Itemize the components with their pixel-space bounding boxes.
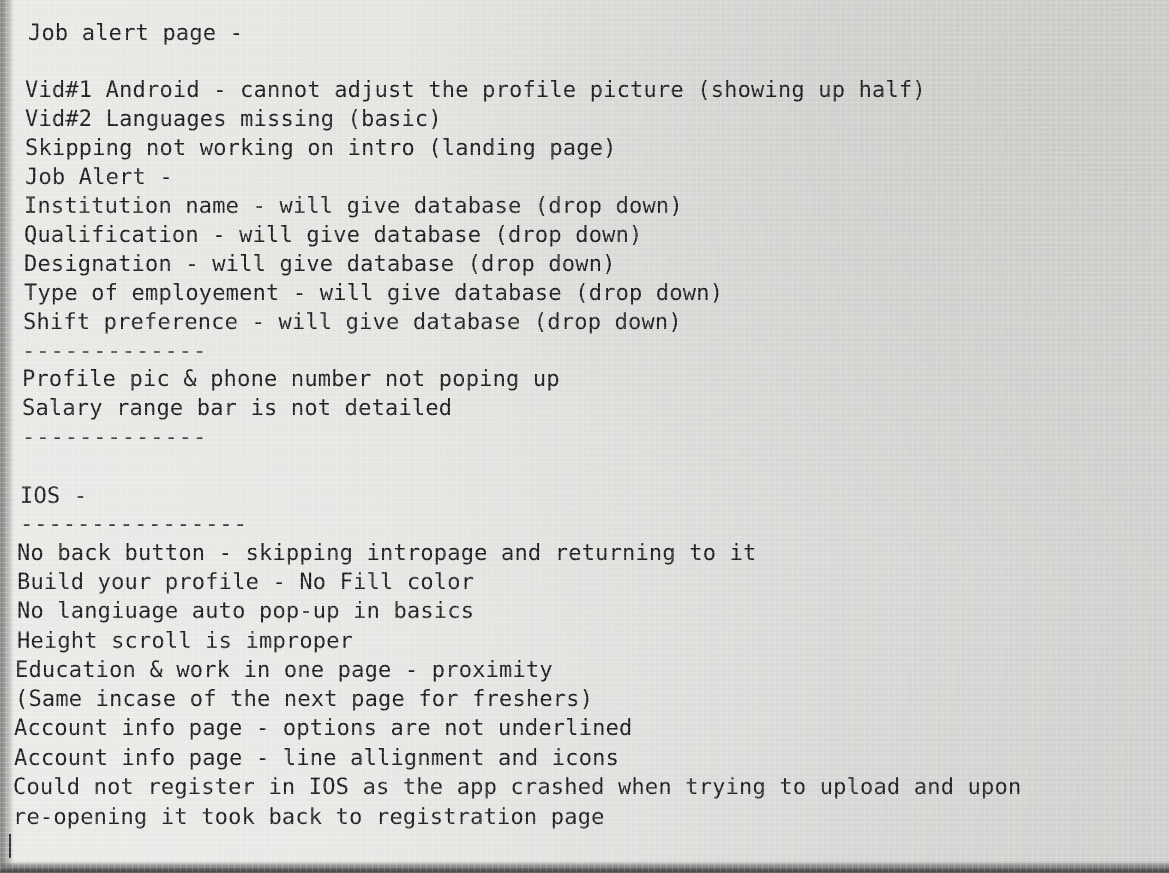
screen-bottom-bezel (0, 861, 1169, 873)
ios-heading: IOS - (20, 484, 88, 509)
job-alert-subheading: Job Alert - (25, 165, 173, 190)
separator-rule: ------------- (22, 339, 208, 364)
android-line: Type of employement - will give database… (24, 281, 724, 306)
ios-line: Could not register in IOS as the app cra… (13, 775, 1022, 800)
android-line: Institution name - will give database (d… (24, 194, 683, 219)
separator-rule: ---------------- (20, 512, 248, 537)
top-rule: ---------------- (30, 0, 258, 12)
android-line: Skipping not working on intro (landing p… (25, 136, 617, 161)
ios-line: re-opening it took back to registration … (13, 805, 605, 830)
ios-line: Build your profile - No Fill color (17, 570, 475, 595)
android-line: Shift preference - will give database (d… (23, 310, 682, 335)
monitor-screen: ---------------- Job alert page - Vid#1 … (0, 0, 1169, 873)
ios-line: Height scroll is improper (17, 629, 354, 654)
ios-line: (Same incase of the next page for freshe… (15, 687, 594, 712)
android-line: Vid#1 Android - cannot adjust the profil… (25, 78, 926, 103)
profile-note-line: Profile pic & phone number not poping up (22, 367, 560, 392)
ios-line: Education & work in one page - proximity (15, 658, 553, 683)
ios-line: Account info page - line allignment and … (14, 746, 620, 771)
separator-rule: ------------- (22, 425, 208, 450)
android-line: Vid#2 Languages missing (basic) (25, 107, 442, 132)
text-cursor (9, 834, 11, 858)
text-document[interactable]: ---------------- Job alert page - Vid#1 … (0, 0, 1169, 873)
ios-line: No back button - skipping intropage and … (17, 541, 757, 566)
profile-note-line: Salary range bar is not detailed (22, 396, 453, 421)
android-line: Qualification - will give database (drop… (24, 223, 643, 248)
android-line: Designation - will give database (drop d… (24, 252, 616, 277)
page-heading: Job alert page - (28, 21, 244, 46)
ios-line: Account info page - options are not unde… (14, 716, 633, 741)
ios-line: No langiuage auto pop-up in basics (17, 599, 475, 624)
